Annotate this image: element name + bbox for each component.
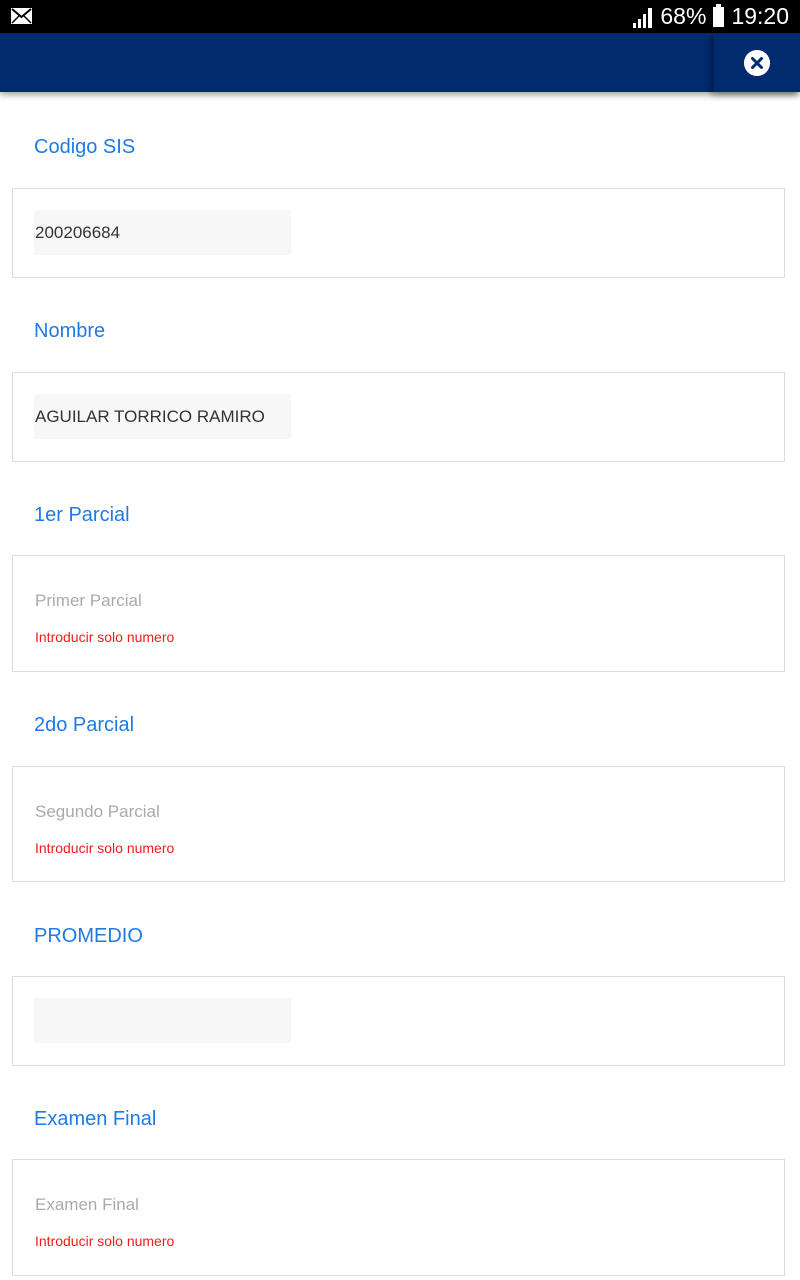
signal-icon	[633, 7, 653, 28]
nombre-input[interactable]	[34, 394, 291, 439]
parcial2-field: Introducir solo numero	[12, 766, 785, 882]
clock: 19:20	[731, 3, 789, 29]
app-bar	[0, 33, 800, 92]
examen-final-label: Examen Final	[34, 1108, 157, 1130]
parcial1-input[interactable]	[34, 586, 434, 616]
examen-final-error: Introducir solo numero	[35, 1233, 175, 1249]
codigo-sis-field	[12, 188, 785, 278]
parcial2-input[interactable]	[34, 797, 434, 827]
mail-icon	[11, 8, 32, 24]
promedio-input[interactable]	[34, 998, 291, 1043]
examen-final-input[interactable]	[34, 1190, 434, 1220]
promedio-field	[12, 976, 785, 1066]
parcial1-field: Introducir solo numero	[12, 555, 785, 672]
promedio-label: PROMEDIO	[34, 925, 143, 947]
parcial1-error: Introducir solo numero	[35, 629, 175, 645]
nombre-label: Nombre	[34, 320, 106, 342]
examen-final-field: Introducir solo numero	[12, 1159, 785, 1276]
parcial2-label: 2do Parcial	[34, 714, 135, 736]
parcial1-label: 1er Parcial	[34, 504, 130, 526]
codigo-sis-input[interactable]	[34, 210, 291, 255]
codigo-sis-label: Codigo SIS	[34, 136, 136, 158]
battery-percent: 68%	[660, 3, 707, 29]
close-button[interactable]	[714, 33, 800, 92]
nombre-field	[12, 372, 785, 462]
close-circle-icon	[744, 49, 770, 76]
battery-icon	[713, 3, 725, 27]
status-bar: 68% 19:20	[0, 0, 800, 33]
parcial2-error: Introducir solo numero	[35, 840, 175, 856]
